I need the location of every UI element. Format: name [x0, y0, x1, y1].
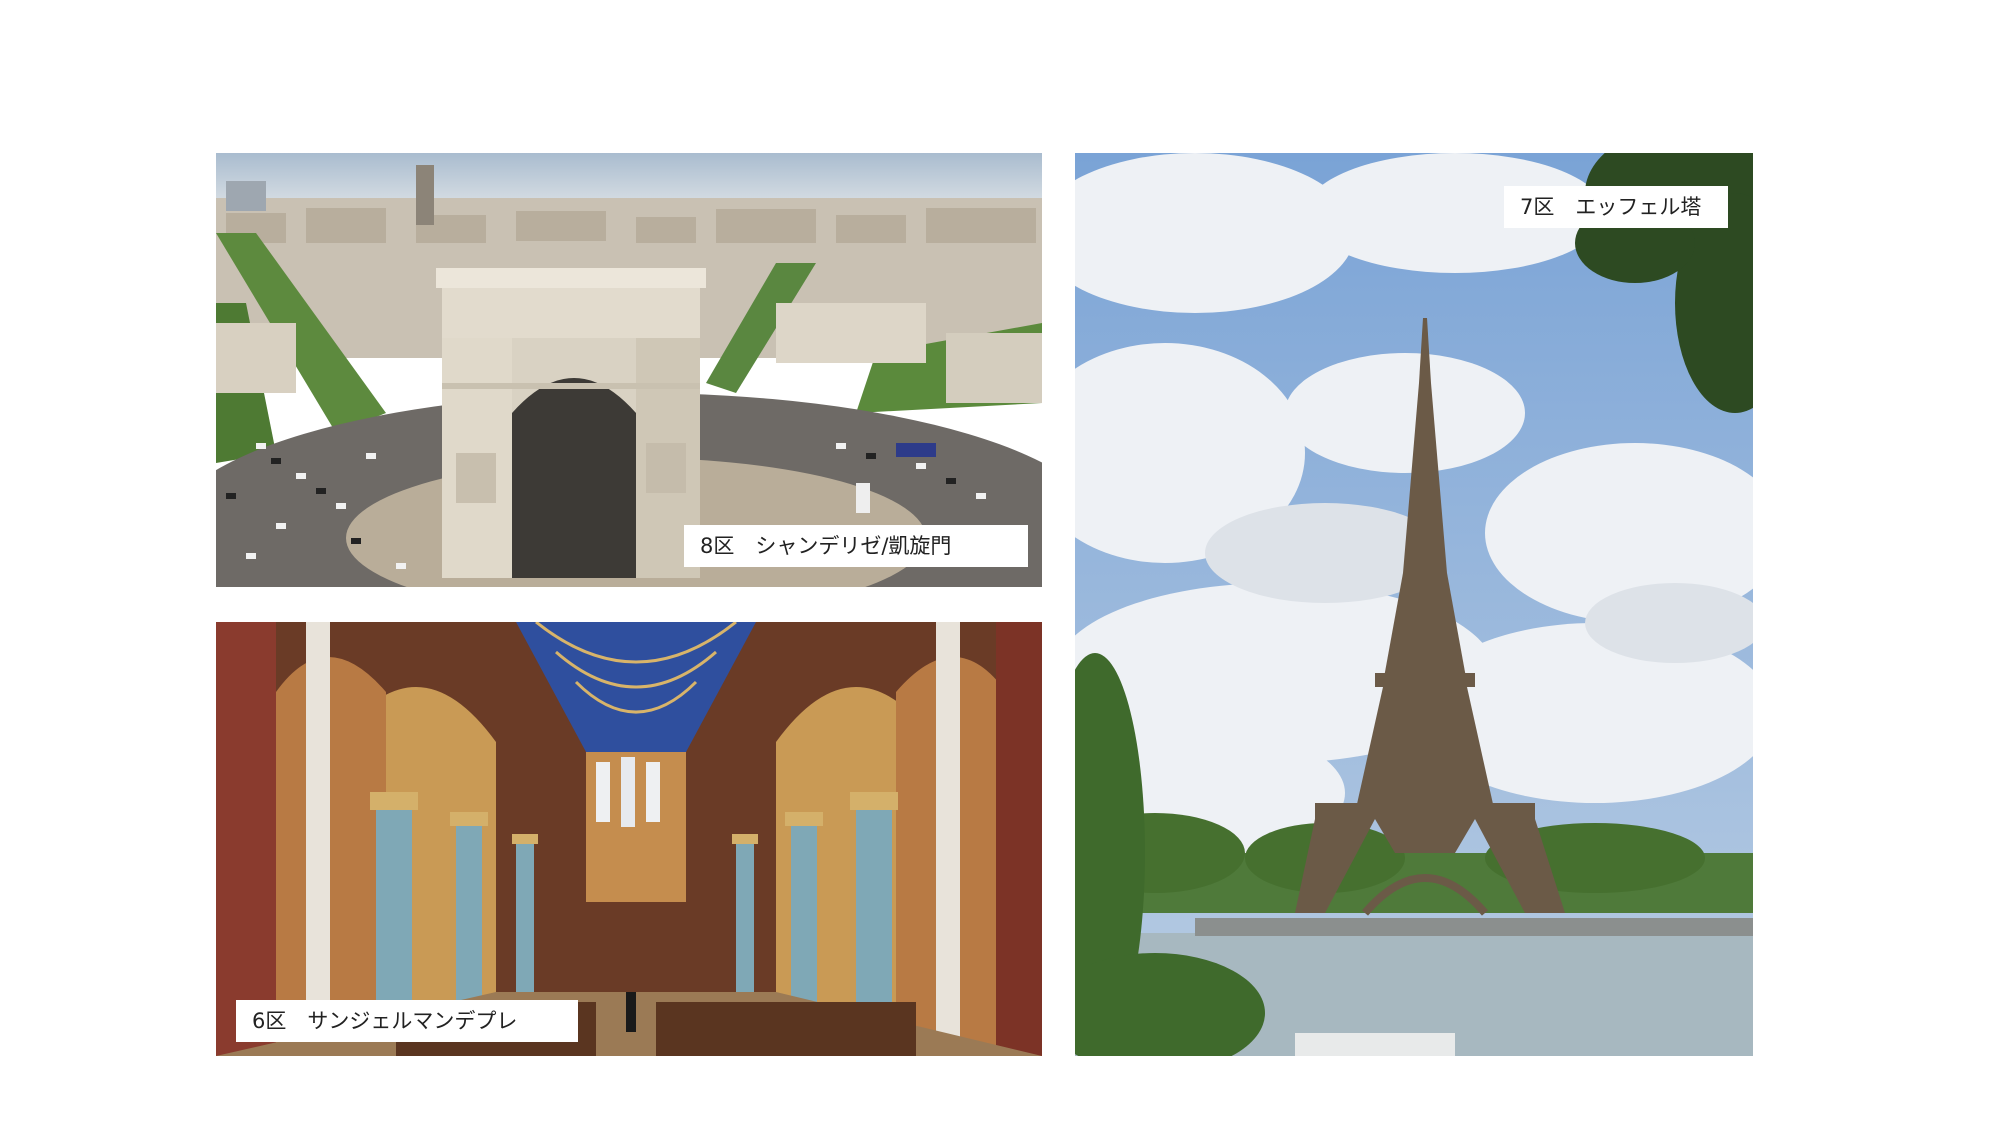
saint-germain-des-pres-photo	[216, 622, 1042, 1056]
saint-germain-des-pres-image	[216, 622, 1042, 1056]
arc-de-triomphe-caption: 8区 シャンデリゼ/凱旋門	[684, 525, 1028, 567]
slide: 8区 シャンデリゼ/凱旋門 6区 サンジェルマンデプレ 7区 エッフェル塔	[0, 0, 2000, 1125]
arc-de-triomphe-image	[216, 153, 1042, 587]
arc-de-triomphe-photo	[216, 153, 1042, 587]
eiffel-tower-caption: 7区 エッフェル塔	[1504, 186, 1728, 228]
eiffel-tower-image	[1075, 153, 1753, 1056]
saint-germain-des-pres-caption: 6区 サンジェルマンデプレ	[236, 1000, 578, 1042]
eiffel-tower-photo	[1075, 153, 1753, 1056]
